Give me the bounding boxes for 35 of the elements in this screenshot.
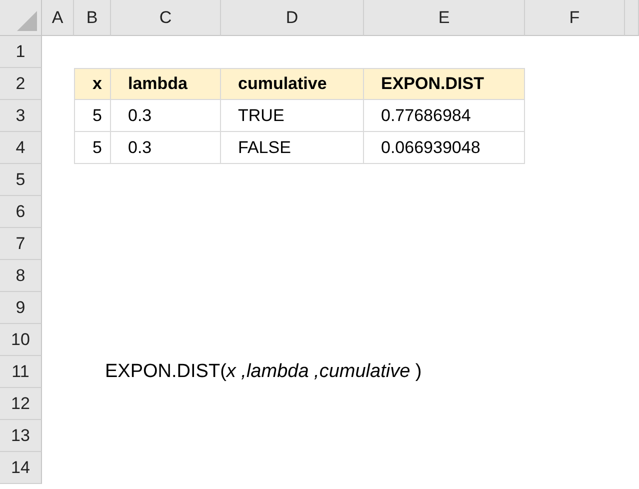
table-header-cell: lambda — [111, 68, 221, 100]
row-header[interactable]: 8 — [0, 260, 42, 292]
row-header[interactable]: 11 — [0, 356, 42, 388]
row-header[interactable]: 5 — [0, 164, 42, 196]
row-header[interactable]: 10 — [0, 324, 42, 356]
row-header[interactable]: 12 — [0, 388, 42, 420]
column-header[interactable]: A — [42, 0, 74, 36]
table-header-cell: cumulative — [221, 68, 364, 100]
header-background — [625, 0, 639, 36]
table-cell: 5 — [74, 100, 111, 132]
table-cell: TRUE — [221, 100, 364, 132]
column-header[interactable]: E — [364, 0, 525, 36]
formula-syntax: EXPON.DIST(x ,lambda ,cumulative ) — [105, 361, 422, 383]
table-cell: 0.77686984 — [364, 100, 525, 132]
row-header[interactable]: 13 — [0, 420, 42, 452]
table-header-cell: x — [74, 68, 111, 100]
table-cell: 5 — [74, 132, 111, 164]
select-all-icon[interactable] — [17, 11, 37, 31]
row-header[interactable]: 6 — [0, 196, 42, 228]
row-header[interactable]: 7 — [0, 228, 42, 260]
row-header[interactable]: 4 — [0, 132, 42, 164]
table-cell: 0.3 — [111, 100, 221, 132]
table-cell: FALSE — [221, 132, 364, 164]
row-header[interactable]: 14 — [0, 452, 42, 484]
column-header[interactable]: F — [525, 0, 625, 36]
row-header[interactable]: 2 — [0, 68, 42, 100]
column-header[interactable]: B — [74, 0, 111, 36]
table-cell: 0.3 — [111, 132, 221, 164]
column-header[interactable]: C — [111, 0, 221, 36]
row-header[interactable]: 9 — [0, 292, 42, 324]
column-header[interactable]: D — [221, 0, 364, 36]
row-header[interactable]: 3 — [0, 100, 42, 132]
table-header-cell: EXPON.DIST — [364, 68, 525, 100]
table-cell: 0.066939048 — [364, 132, 525, 164]
row-header[interactable]: 1 — [0, 36, 42, 68]
